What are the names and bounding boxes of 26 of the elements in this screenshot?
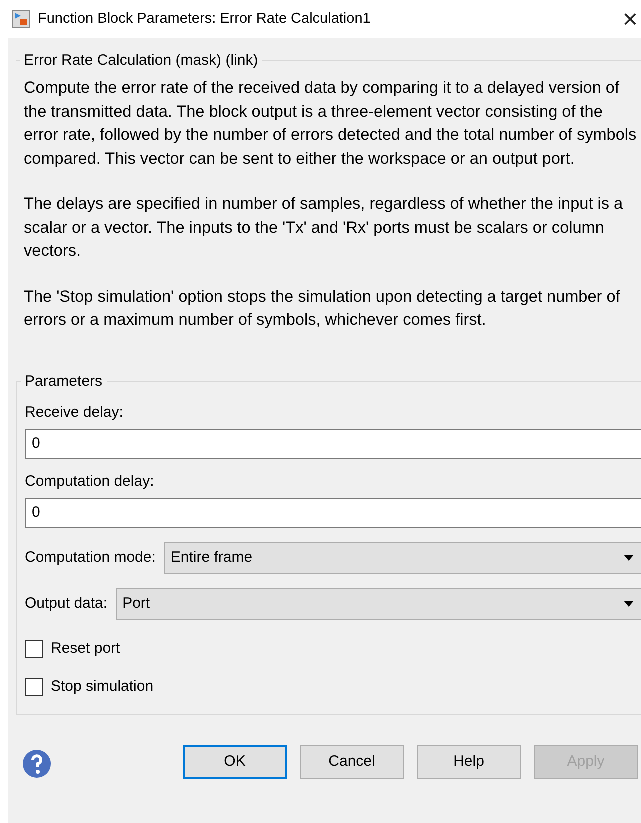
input-field[interactable]: 0	[25, 498, 641, 528]
caret-icon	[624, 554, 634, 560]
caret-icon	[624, 600, 634, 606]
description-text: Compute the error rate of the received data by comparing it to a delayed version of the transmitted data. The block output is a three-element vector consisting of the error rate, followed by the number of errors detected and the total number of symbols compared. This vector can be sent to either the workspace or an output port.	[24, 78, 637, 170]
window-title: Function Block Parameters: Error Rate Calculation1	[38, 11, 372, 27]
section-title: Error Rate Calculation (mask) (link)	[23, 52, 260, 69]
dropdown[interactable]: Port	[116, 588, 641, 620]
app-icon	[12, 10, 30, 28]
dialog-button[interactable]: OK	[183, 744, 287, 778]
checkbox-label: Stop simulation	[51, 678, 154, 695]
dialog-button[interactable]: Help	[417, 744, 521, 778]
field-label: Computation mode:	[25, 549, 156, 566]
field-label: Output data:	[25, 595, 108, 612]
dropdown[interactable]: Entire frame	[164, 542, 641, 574]
dialog-button[interactable]: Cancel	[300, 744, 404, 778]
section-title: Parameters	[24, 372, 104, 390]
help-icon[interactable]	[22, 748, 52, 778]
description-text: The 'Stop simulation' option stops the simulation upon detecting a target number of errors or a maximum number of symbols, whichever comes first.	[24, 286, 622, 331]
checkbox[interactable]	[25, 640, 43, 658]
checkbox[interactable]	[25, 678, 43, 696]
checkbox-label: Reset port	[51, 640, 120, 657]
field-label: Computation delay:	[25, 472, 156, 490]
field-label: Receive delay:	[25, 404, 124, 420]
input-field[interactable]: 0	[25, 428, 641, 458]
description-text: The delays are specified in number of samples, regardless of whether the input is a scalar or a vector. The inputs to the 'Tx' and 'Rx' ports must be scalars or column vectors.	[24, 194, 624, 262]
close-button[interactable]: ×	[622, 4, 638, 34]
